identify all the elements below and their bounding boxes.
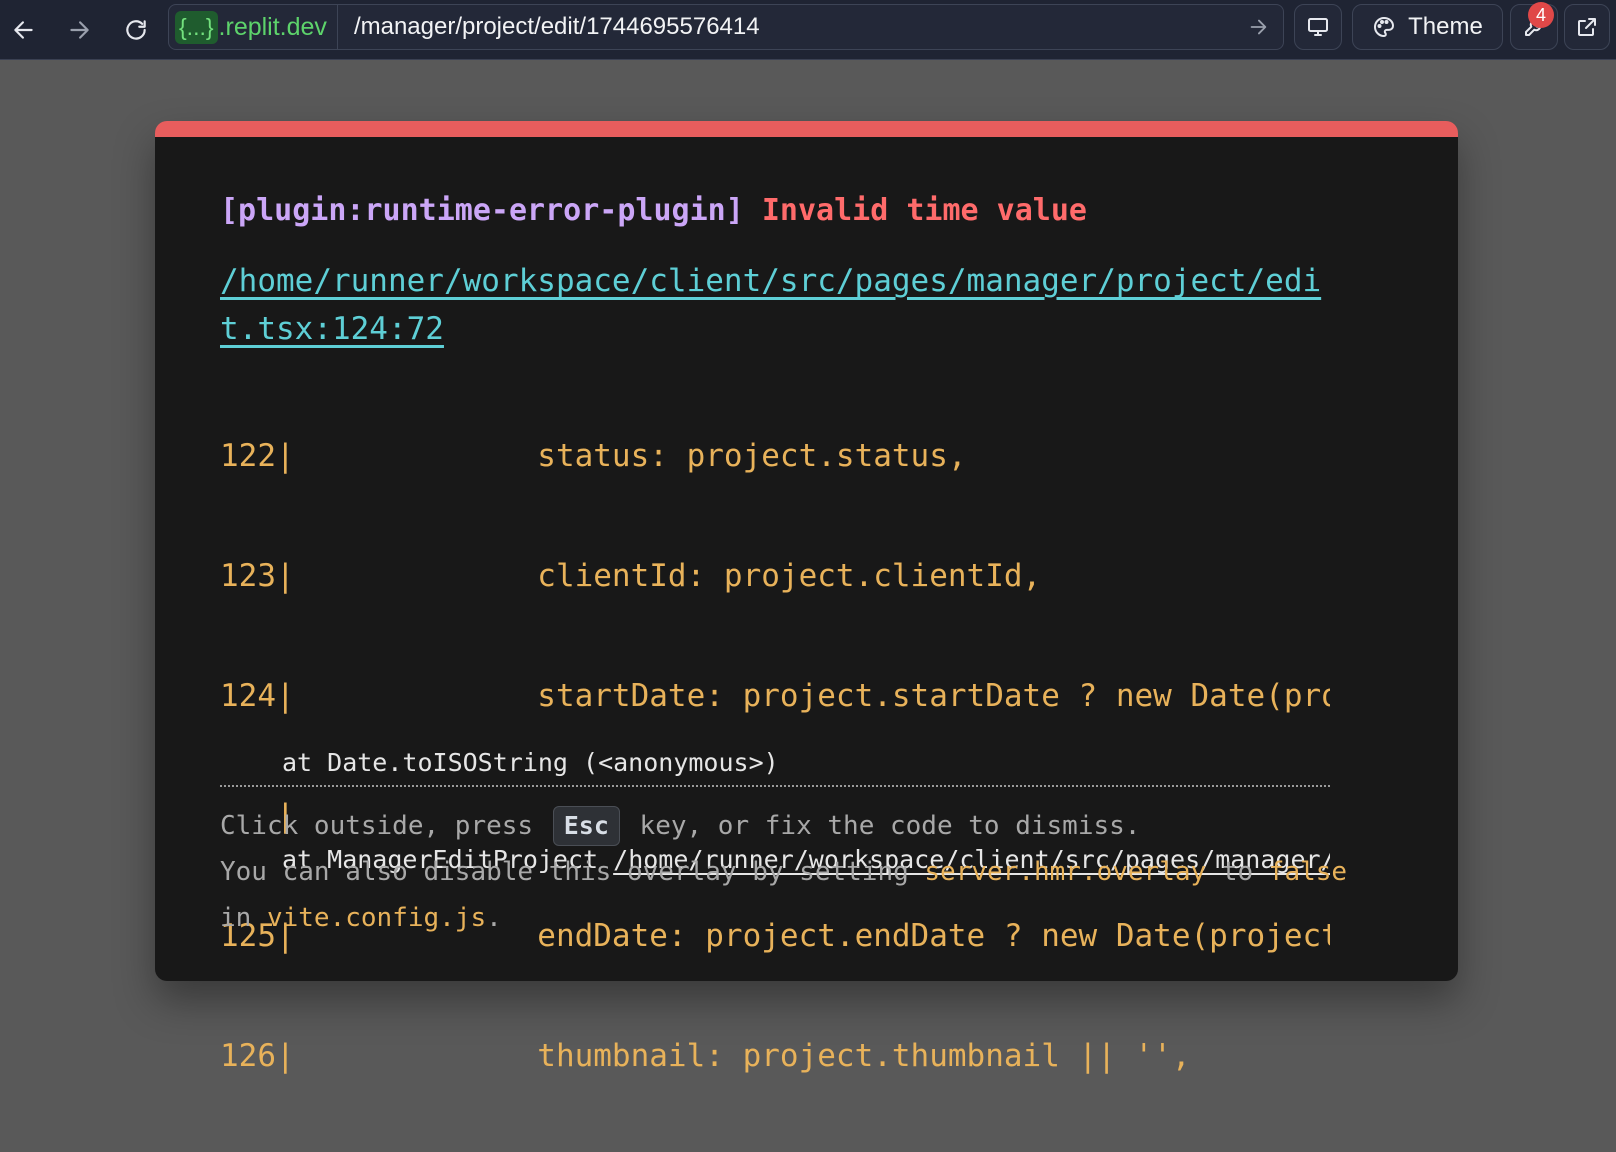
devtools-button[interactable]: 4	[1510, 2, 1558, 50]
line-gutter: 122|	[220, 438, 295, 474]
code-line: 126| thumbnail: project.thumbnail || '',	[220, 1032, 1330, 1080]
theme-button[interactable]: Theme	[1352, 4, 1503, 50]
forward-arrow-icon	[70, 21, 89, 39]
tip-text: You can also disable this overlay by set…	[220, 857, 925, 887]
error-message: Invalid time value	[761, 193, 1087, 228]
esc-key-badge: Esc	[552, 806, 620, 846]
line-gutter: 126|	[220, 1038, 295, 1074]
go-arrow-icon	[1250, 19, 1267, 35]
reload-icon	[126, 20, 146, 40]
tip-setting: server.hmr.overlay	[924, 857, 1207, 887]
back-button[interactable]	[2, 8, 46, 52]
tip-text: Click outside, press	[220, 811, 549, 841]
stack-line: at Date.toISOString (<anonymous>)	[282, 748, 779, 777]
theme-label: Theme	[1408, 13, 1483, 40]
line-gutter: 123|	[220, 558, 295, 594]
error-overlay[interactable]: [plugin:runtime-error-plugin] Invalid ti…	[155, 121, 1458, 1074]
line-code: clientId: project.clientId,	[294, 558, 1042, 594]
palette-icon	[1374, 17, 1395, 37]
error-plugin-name: [plugin:runtime-error-plugin]	[220, 193, 744, 228]
tip-line-3: in vite.config.js.	[220, 895, 1350, 941]
browser-toolbar: {...} .replit.dev /manager/project/edit/…	[0, 0, 1616, 60]
external-link-icon	[1578, 18, 1596, 36]
open-external-button[interactable]	[1564, 4, 1610, 50]
code-line: 123| clientId: project.clientId,	[220, 552, 1330, 600]
tip-line-2: You can also disable this overlay by set…	[220, 849, 1350, 895]
tip-value: false	[1268, 857, 1348, 887]
dismiss-tip: Click outside, press Esc key, or fix the…	[220, 803, 1350, 941]
line-code: thumbnail: project.thumbnail || '',	[294, 1038, 1191, 1074]
go-button[interactable]	[1233, 5, 1283, 49]
address-bar[interactable]: {...} .replit.dev /manager/project/edit/…	[168, 4, 1284, 50]
devices-button[interactable]	[1294, 4, 1342, 50]
notification-badge: 4	[1528, 2, 1554, 28]
tip-text: key, or fix the code to dismiss.	[623, 811, 1141, 841]
reload-button[interactable]	[114, 8, 158, 52]
domain-badge: {...}	[175, 10, 218, 44]
url-path-input[interactable]: /manager/project/edit/1744695576414	[338, 13, 1233, 41]
tip-text: .	[486, 903, 502, 933]
tip-config-file: vite.config.js	[266, 903, 487, 933]
tip-line-1: Click outside, press Esc key, or fix the…	[220, 803, 1350, 849]
divider	[220, 785, 1330, 787]
tip-text: in	[220, 903, 267, 933]
forward-button[interactable]	[57, 8, 101, 52]
error-file-link[interactable]: /home/runner/workspace/client/src/pages/…	[220, 257, 1330, 353]
line-code: status: project.status,	[294, 438, 967, 474]
domain-text: .replit.dev	[218, 12, 327, 41]
error-title: [plugin:runtime-error-plugin] Invalid ti…	[220, 193, 1087, 228]
code-line: 122| status: project.status,	[220, 432, 1330, 480]
tip-text: to	[1206, 857, 1269, 887]
monitor-icon	[1308, 18, 1328, 36]
domain-chip[interactable]: {...} .replit.dev	[169, 5, 338, 49]
back-arrow-icon	[14, 21, 33, 39]
